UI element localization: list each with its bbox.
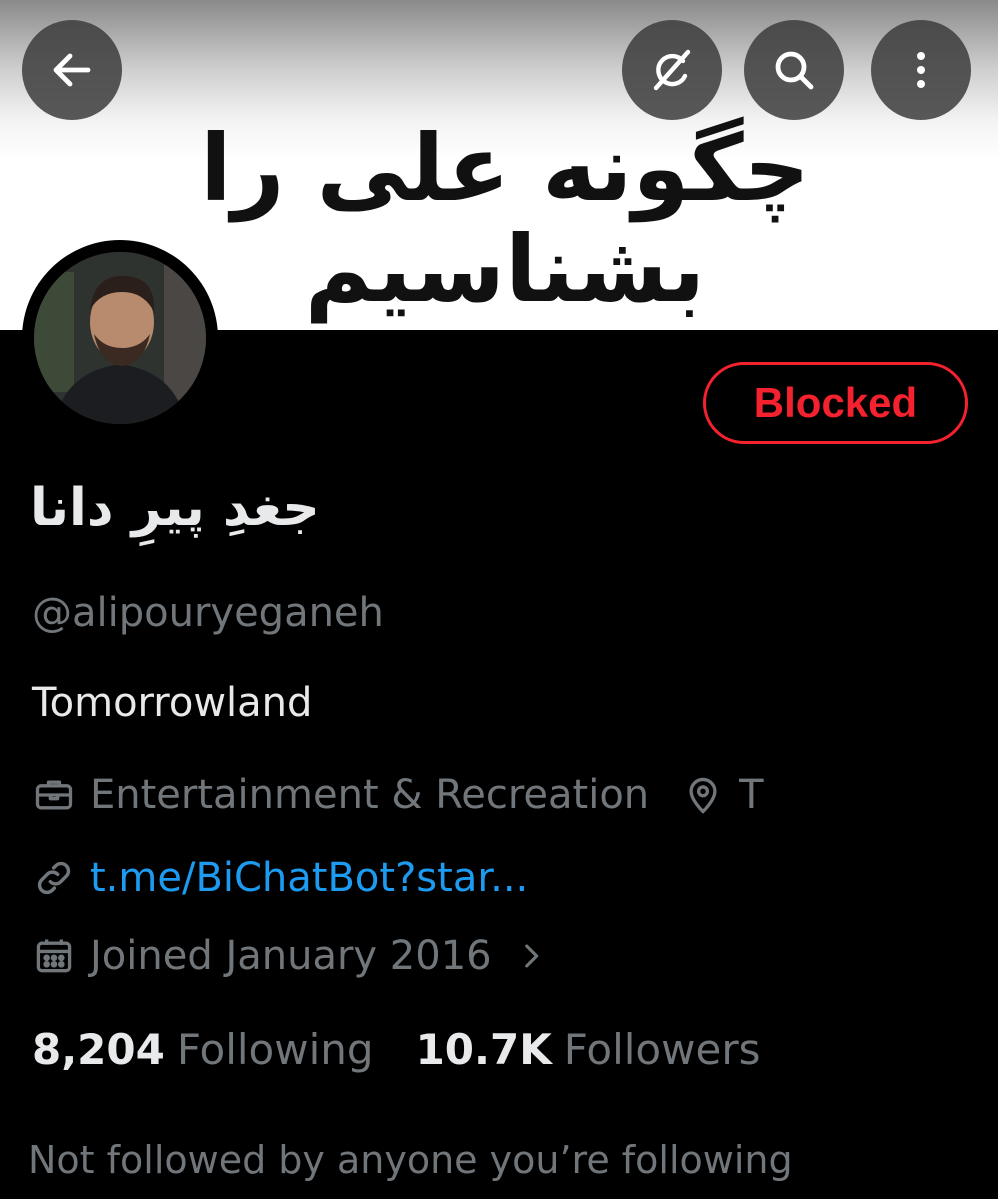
following-label[interactable]: Following: [177, 1025, 374, 1074]
arrow-left-icon: [53, 53, 91, 87]
back-button[interactable]: [22, 20, 122, 120]
grok-button[interactable]: [622, 20, 722, 120]
profile-link[interactable]: t.me/BiChatBot?star...: [90, 855, 528, 901]
blocked-button[interactable]: Blocked: [703, 362, 968, 444]
profile-location-text: T: [739, 772, 764, 818]
profile-handle: @alipouryeganeh: [32, 590, 384, 636]
more-options-button[interactable]: [871, 20, 971, 120]
profile-bio: Tomorrowland: [32, 680, 313, 726]
follow-stats: 8,204 Following 10.7K Followers: [32, 1025, 760, 1074]
avatar-frame[interactable]: [22, 240, 218, 436]
profile-link-row[interactable]: t.me/BiChatBot?star...: [32, 855, 528, 901]
display-name-text: جغدِ پیرِ دانا: [30, 478, 320, 538]
display-name: جغدِ پیرِ دانا: [30, 478, 360, 538]
more-vertical-icon: [917, 52, 925, 88]
profile-joined-row[interactable]: Joined January 2016: [32, 933, 548, 979]
mutual-followers-note: Not followed by anyone you’re following: [28, 1138, 793, 1182]
calendar-icon: [36, 939, 72, 973]
profile-category-row: Entertainment & Recreation T: [32, 772, 764, 818]
search-icon: [775, 51, 814, 90]
profile-location: T: [681, 772, 764, 818]
avatar-photo: [34, 252, 206, 424]
followers-count[interactable]: 10.7K: [416, 1025, 552, 1074]
profile-joined: Joined January 2016: [90, 933, 492, 979]
search-button[interactable]: [744, 20, 844, 120]
following-count[interactable]: 8,204: [32, 1025, 165, 1074]
location-pin-icon: [689, 777, 717, 814]
grok-icon: [653, 49, 691, 91]
profile-category: Entertainment & Recreation: [90, 772, 650, 818]
followers-label[interactable]: Followers: [564, 1025, 761, 1074]
avatar[interactable]: [34, 252, 206, 424]
link-icon: [37, 861, 71, 895]
chevron-right-icon[interactable]: [514, 939, 548, 973]
briefcase-icon: [35, 780, 73, 810]
